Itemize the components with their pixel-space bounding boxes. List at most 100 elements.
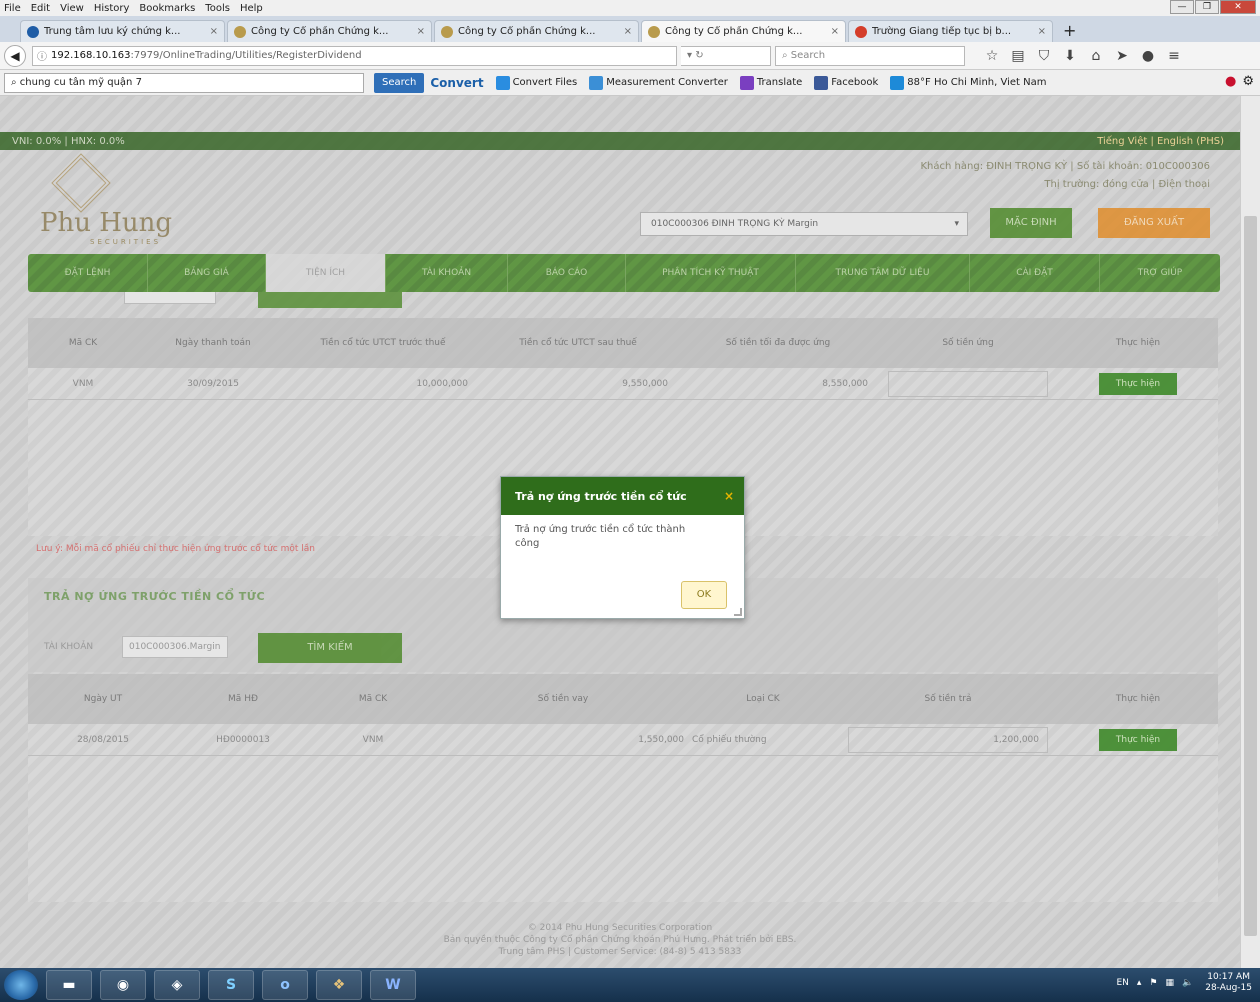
language-switch[interactable]: Tiếng Việt | English (PHS) [1097,136,1224,147]
nav-tai-khoan[interactable]: TÀI KHOẢN [386,254,508,292]
bookmark-star-icon[interactable]: ☆ [979,48,1005,64]
repay-amount-input[interactable]: 1,200,000 [838,726,1058,753]
resize-grip-icon[interactable] [734,608,742,616]
minimize-button[interactable]: — [1170,0,1194,14]
menu-bookmarks[interactable]: Bookmarks [139,3,195,14]
col-header: Ngày UT [83,694,123,704]
nav-bao-cao[interactable]: BÁO CÁO [508,254,626,292]
menu-tools[interactable]: Tools [205,3,230,14]
tab-close-icon[interactable]: × [1038,26,1046,37]
chat-icon[interactable]: ● [1135,48,1161,64]
firefox-icon[interactable]: ◉ [100,970,146,1000]
network-icon[interactable]: ▦ [1165,978,1174,988]
menu-help[interactable]: Help [240,3,263,14]
close-icon[interactable]: × [724,489,734,503]
bookmark-translate[interactable]: Translate [739,75,802,90]
tab-close-icon[interactable]: × [831,26,839,37]
tab-close-icon[interactable]: × [417,26,425,37]
send-icon[interactable]: ➤ [1109,48,1135,64]
tray-expand-icon[interactable]: ▴ [1137,978,1142,988]
navigation-bar: ◀ ⓘ 192.168.10.163 :7979/OnlineTrading/U… [0,42,1260,70]
clock[interactable]: 10:17 AM 28-Aug-15 [1205,972,1252,994]
nav-tien-ich[interactable]: TIỆN ÍCH [266,254,386,292]
url-bar[interactable]: ⓘ 192.168.10.163 :7979/OnlineTrading/Uti… [32,45,677,66]
execute-repay-button[interactable]: Thực hiện [1099,728,1177,751]
nav-bang-gia[interactable]: BẢNG GIÁ [148,254,266,292]
upper-account-input[interactable] [124,292,216,304]
browser-tab-1[interactable]: Trung tâm lưu ký chứng k... × [20,20,225,42]
cell-stock: VNM [362,734,384,745]
table-row: 28/08/2015 HĐ0000013 VNM 1,550,000 Cổ ph… [28,724,1218,756]
bookmark-weather[interactable]: 88°F Ho Chi Minh, Viet Nam [890,75,1047,90]
outlook-icon[interactable]: o [262,970,308,1000]
lastpass-icon[interactable]: ● [1225,74,1236,89]
menu-edit[interactable]: Edit [31,3,50,14]
reload-icon[interactable]: ▾ ↻ [681,45,771,66]
tab-close-icon[interactable]: × [210,26,218,37]
nav-trung-tam-du-lieu[interactable]: TRUNG TÂM DỮ LIỆU [796,254,970,292]
skype-icon[interactable]: S [208,970,254,1000]
browser-tab-5[interactable]: Trường Giang tiếp tục bị b... × [848,20,1053,42]
all-to-convert-button[interactable]: Convert [430,76,483,90]
cell-payment-date: 30/09/2015 [187,378,239,389]
page-scrollbar[interactable] [1240,96,1260,968]
account-select[interactable]: 010C000306 ĐINH TRỌNG KỲ Margin ▾ [640,212,968,236]
table-row: VNM 30/09/2015 10,000,000 9,550,000 8,55… [28,368,1218,400]
dialog-message: Trả nợ ứng trước tiền cổ tức thành công [515,524,686,549]
home-icon[interactable]: ⌂ [1083,48,1109,64]
photos-icon[interactable]: ◈ [154,970,200,1000]
download-icon[interactable]: ⬇ [1057,48,1083,64]
bookmark-convert-files[interactable]: Convert Files [495,75,577,90]
menu-history[interactable]: History [94,3,130,14]
nav-dat-lenh[interactable]: ĐẶT LỆNH [28,254,148,292]
toolbar-search-button[interactable]: Search [374,72,425,93]
bookmark-measurement-converter[interactable]: Measurement Converter [589,75,728,90]
repay-amount-value: 1,200,000 [848,726,1048,753]
table-header: Mã CK Ngày thanh toán Tiền cổ tức UTCT t… [28,318,1218,368]
col-header: Mã HĐ [228,694,258,704]
bookmarks-list-icon[interactable]: ▤ [1005,48,1031,64]
back-button[interactable]: ◀ [4,44,26,67]
ok-button[interactable]: OK [681,581,727,609]
scrollbar-thumb[interactable] [1244,216,1257,936]
close-window-button[interactable]: ✕ [1220,0,1256,14]
browser-tab-3[interactable]: Công ty Cổ phần Chứng k... × [434,20,639,42]
extension-icon[interactable]: ⚙ [1242,74,1254,89]
default-button[interactable]: MẶC ĐỊNH [990,208,1072,238]
bookmarks-toolbar: ⌕ chung cu tân mỹ quận 7 Search Convert … [0,70,1260,96]
toolbar-search-input[interactable]: ⌕ chung cu tân mỹ quận 7 [4,72,364,93]
input-language[interactable]: EN [1116,978,1128,988]
advance-amount-input[interactable] [878,370,1058,397]
table-header: Ngày UT Mã HĐ Mã CK Số tiền vay Loại CK … [28,674,1218,724]
nav-tro-giup[interactable]: TRỢ GIÚP [1100,254,1220,292]
new-tab-button[interactable]: + [1055,20,1084,42]
upper-search-button[interactable] [258,292,402,308]
browser-tab-4-active[interactable]: Công ty Cổ phần Chứng k... × [641,20,846,42]
logout-button[interactable]: ĐĂNG XUẤT [1098,208,1210,238]
explorer-icon[interactable]: ▬ [46,970,92,1000]
search-button[interactable]: TÌM KIẾM [258,633,402,663]
pocket-icon[interactable]: ⛉ [1031,48,1057,64]
account-input[interactable]: 010C000306.Margin [122,636,228,658]
note-text: Lưu ý: Mỗi mã cổ phiếu chỉ thực hiện ứng… [36,544,315,554]
execute-advance-button[interactable]: Thực hiện [1099,372,1177,395]
footer-rights: Bản quyền thuộc Công ty Cổ phần Chứng kh… [443,935,797,945]
tab-close-icon[interactable]: × [624,26,632,37]
flag-icon[interactable]: ⚑ [1149,978,1157,988]
phs-app-icon[interactable]: ❖ [316,970,362,1000]
nav-phan-tich-ky-thuat[interactable]: PHÂN TÍCH KỸ THUẬT [626,254,796,292]
maximize-button[interactable]: ❐ [1195,0,1219,14]
start-button[interactable] [4,970,38,1000]
browser-tab-2[interactable]: Công ty Cổ phần Chứng k... × [227,20,432,42]
cell-before-tax: 10,000,000 [416,378,468,389]
browser-search-input[interactable]: ⌕ Search [775,45,965,66]
menu-view[interactable]: View [60,3,84,14]
menu-file[interactable]: File [4,3,21,14]
nav-cai-dat[interactable]: CÀI ĐẶT [970,254,1100,292]
bookmark-facebook[interactable]: Facebook [814,75,878,90]
tab-label: Trung tâm lưu ký chứng k... [44,26,181,37]
word-icon[interactable]: W [370,970,416,1000]
hamburger-menu-icon[interactable]: ≡ [1161,48,1187,64]
volume-icon[interactable]: 🔈 [1182,978,1193,988]
company-logo[interactable]: Phu Hung SECURITIES [40,153,190,246]
